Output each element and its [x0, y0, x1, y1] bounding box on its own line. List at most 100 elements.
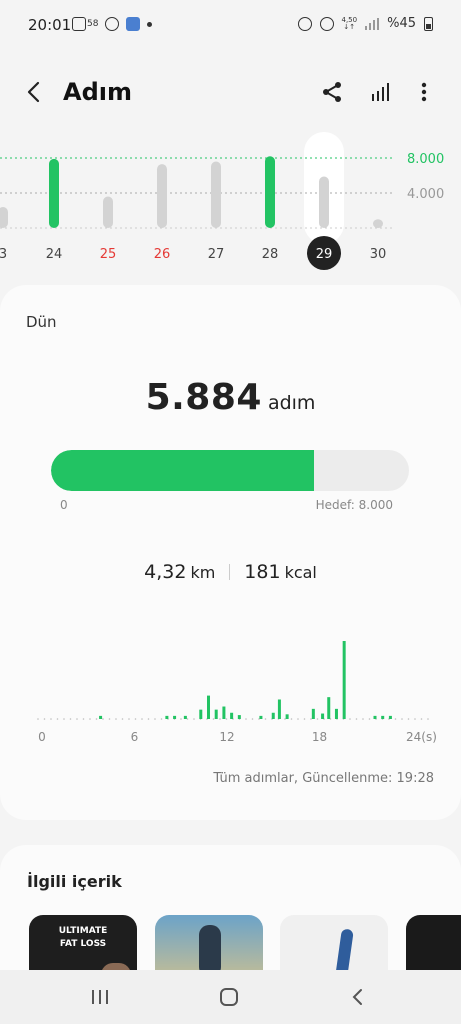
day-label-24: 24 — [46, 247, 63, 262]
status-bar: 20:01 58 4,50 ↓↑ %45 — [0, 0, 461, 50]
hour-bar-10 — [237, 715, 241, 719]
day-bar-27 — [211, 161, 221, 228]
hour-tick-label: 0 — [38, 730, 46, 744]
hour-bar-12 — [271, 712, 275, 719]
day-label: Dün — [26, 313, 57, 331]
app-header: Adım — [0, 62, 461, 122]
day-label-30: 30 — [370, 247, 387, 262]
baseline-dot — [420, 718, 423, 720]
baseline-dot — [63, 718, 65, 720]
share-icon[interactable] — [320, 80, 344, 104]
recent-apps-icon[interactable] — [90, 988, 110, 1006]
hour-bar-13 — [277, 699, 281, 719]
goal-progress-fill — [51, 450, 315, 491]
baseline-dot — [102, 718, 104, 720]
hour-bar-22 — [388, 715, 392, 719]
hourly-steps-chart: 0 6 12 18 24(s) — [37, 641, 437, 744]
baseline-dot — [401, 718, 403, 720]
related-content-title: İlgili içerik — [27, 872, 122, 891]
day-bar-24 — [49, 158, 59, 228]
stats-divider — [229, 564, 231, 580]
goal-line-label-2: 4.000 — [407, 187, 444, 202]
health-app-icon — [126, 17, 141, 31]
hour-bar-8 — [222, 706, 226, 719]
status-time: 20:01 — [28, 16, 72, 34]
hour-tick-label: 6 — [131, 730, 139, 744]
hour-bar-5 — [199, 709, 203, 719]
baseline-dot — [297, 718, 299, 720]
stats-row: 4,32 km 181 kcal — [0, 561, 461, 583]
hour-bar-7 — [214, 709, 218, 719]
hour-bar-9 — [230, 712, 234, 719]
notification-badge: 58 — [87, 19, 99, 29]
day-bar-28 — [265, 156, 275, 228]
goal-progress-bar — [51, 450, 409, 491]
home-icon[interactable] — [219, 988, 239, 1006]
thumbnail-text-line2: FAT LOSS — [59, 939, 107, 949]
baseline-dot — [37, 718, 39, 720]
day-label-25: 25 — [100, 247, 117, 262]
thumbnail-text-line1: ULTIMATE — [58, 926, 108, 936]
baseline-dot — [141, 718, 143, 720]
day-label-27: 27 — [208, 247, 225, 262]
baseline-dot — [284, 718, 286, 720]
baseline-dot — [50, 718, 52, 720]
day-bar-30 — [373, 219, 383, 228]
more-options-icon[interactable] — [414, 80, 434, 104]
signal-icon — [365, 17, 380, 30]
baseline-dot — [43, 718, 46, 720]
baseline-dot — [264, 718, 267, 720]
baseline-dot — [407, 718, 410, 720]
baseline-dot — [89, 718, 91, 720]
more-notifications-dot — [147, 21, 153, 27]
baseline-dot — [251, 718, 254, 720]
update-info: Tüm adımlar, Güncellenme: 19:28 — [213, 771, 434, 786]
hour-bar-20 — [373, 715, 377, 719]
baseline-dot — [180, 718, 182, 720]
nav-back-icon[interactable] — [350, 988, 366, 1006]
baseline-dot — [128, 718, 130, 720]
weekly-steps-chart[interactable]: 8.000 4.000 3 24 25 26 27 28 29 30 — [0, 130, 461, 280]
day-label-28: 28 — [262, 247, 279, 262]
baseline-dot — [245, 718, 247, 720]
steps-value: 5.884 — [145, 377, 262, 418]
steps-total: 5.884 adım — [0, 377, 461, 418]
hour-bar-14 — [285, 714, 289, 719]
baseline-dot — [290, 718, 293, 720]
hour-bar-21 — [381, 715, 385, 719]
day-bar-25 — [103, 196, 113, 228]
status-left-icons: 58 — [72, 17, 153, 31]
baseline-dot — [95, 718, 98, 720]
page-title: Adım — [63, 78, 132, 106]
hour-bar-19 — [342, 641, 346, 719]
baseline-dot — [316, 718, 319, 720]
gallery-notification-icon — [72, 17, 86, 31]
baseline-dot — [82, 718, 85, 720]
day-label-26: 26 — [154, 247, 171, 262]
hour-bar-4 — [183, 715, 187, 719]
hour-bar-2 — [165, 715, 169, 719]
battery-percent: %45 — [387, 16, 416, 31]
goal-line-label-1: 8.000 — [407, 152, 444, 167]
baseline-dot — [414, 718, 416, 720]
baseline-dot — [108, 718, 111, 720]
baseline-dot — [121, 718, 124, 720]
back-arrow-icon[interactable] — [24, 80, 46, 104]
baseline-dot — [56, 718, 59, 720]
baseline-dot — [394, 718, 397, 720]
goal-label: Hedef: 8.000 — [315, 498, 393, 512]
baseline-dot — [134, 718, 137, 720]
baseline-dot — [349, 718, 351, 720]
network-speed: 4,50 ↓↑ — [341, 15, 358, 31]
baseline-dot — [147, 718, 150, 720]
baseline-dot — [310, 718, 312, 720]
hour-tick-label: 18 — [312, 730, 327, 744]
app-notification-icon — [105, 17, 120, 31]
hour-bar-3 — [173, 715, 177, 719]
hour-tick-label: 12 — [219, 730, 234, 744]
chart-bars-icon[interactable] — [369, 80, 393, 104]
hour-bar-1 — [99, 715, 103, 719]
baseline-dot — [154, 718, 156, 720]
baseline-dot — [427, 718, 429, 720]
baseline-dot — [212, 718, 215, 720]
